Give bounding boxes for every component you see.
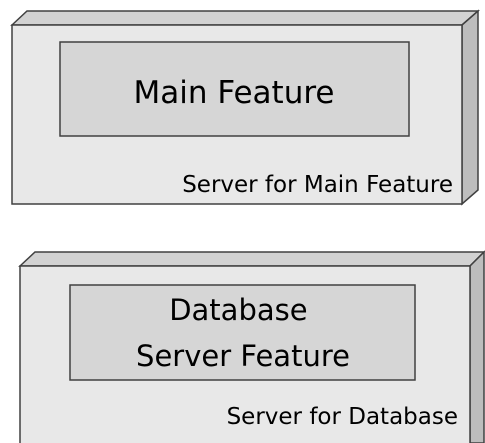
db-server-top-face: [18, 251, 485, 267]
main-server-top-face: [10, 10, 480, 26]
main-server-label: Server for Main Feature: [182, 172, 453, 198]
main-server-side-face: [461, 9, 479, 206]
db-server-label: Server for Database: [227, 404, 458, 430]
server-diagram: Main Feature Server for Main Feature Dat…: [10, 9, 485, 443]
db-feature-line-2: Server Feature: [136, 339, 350, 373]
db-server-side-face: [469, 250, 485, 443]
main-feature-label: Main Feature: [133, 75, 334, 111]
main-feature-server: Main Feature Server for Main Feature: [10, 9, 480, 206]
database-server: Database Server Feature Server for Datab…: [18, 250, 485, 443]
db-feature-line-1: Database: [169, 293, 307, 327]
